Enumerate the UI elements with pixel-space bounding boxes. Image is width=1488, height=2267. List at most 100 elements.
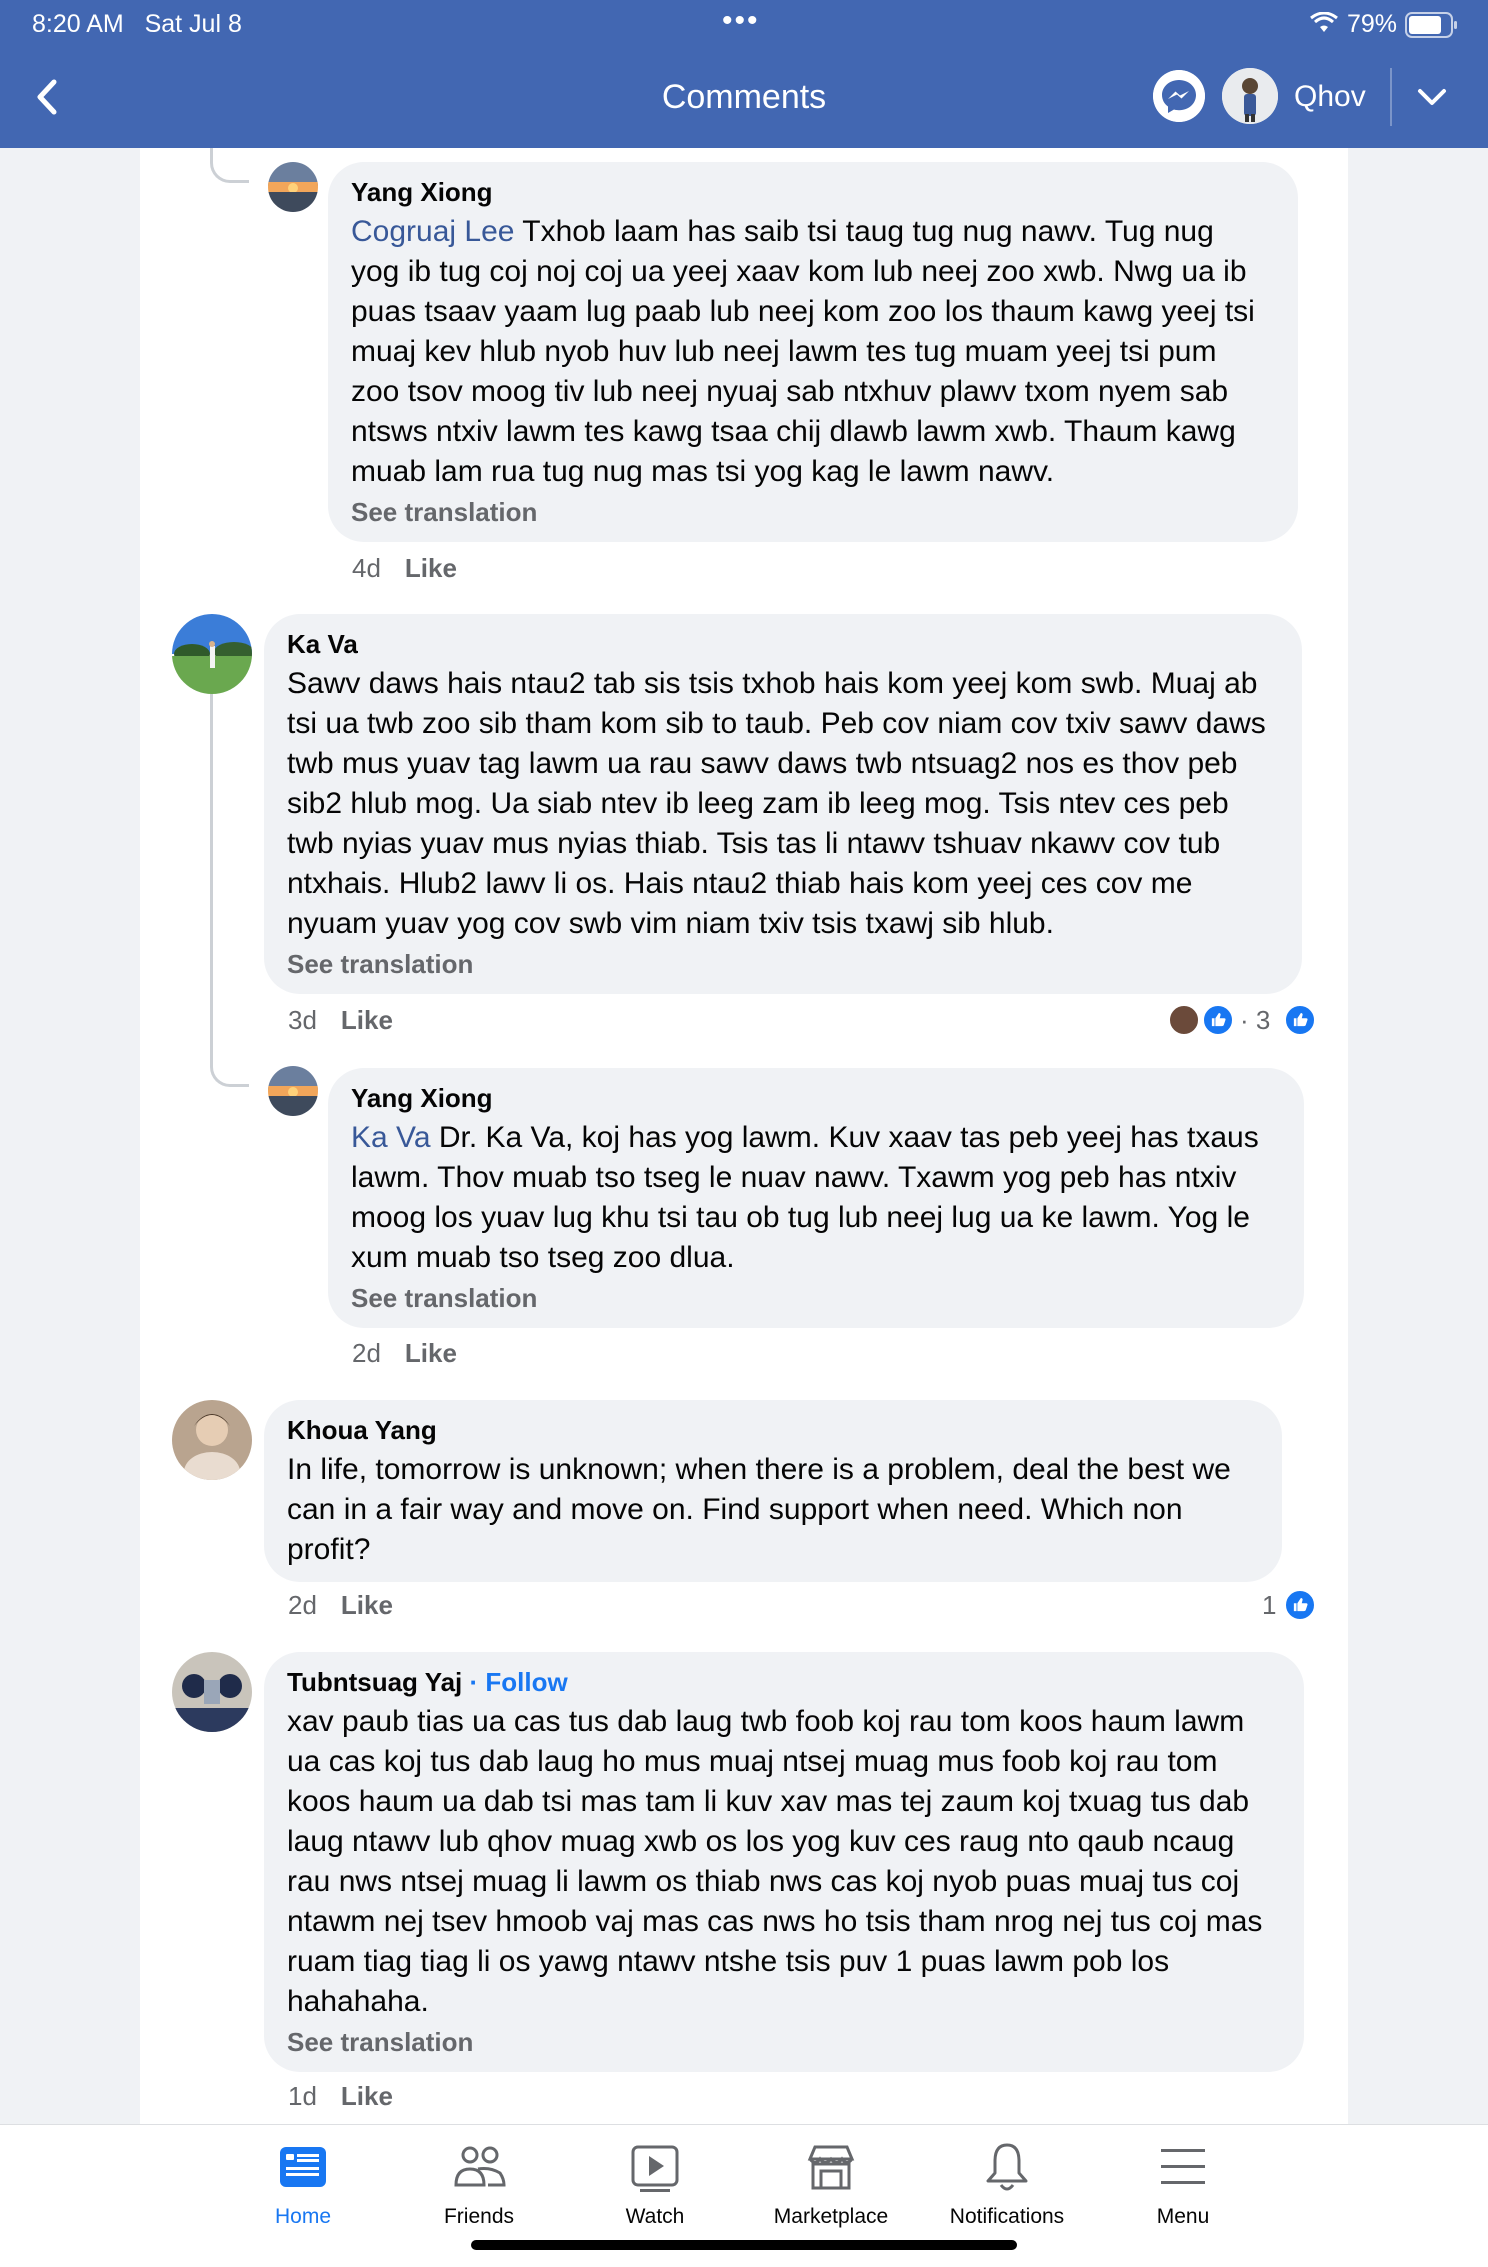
comment-text: In life, tomorrow is unknown; when there…: [287, 1450, 1260, 1570]
mention-link[interactable]: Ka Va: [351, 1121, 431, 1154]
like-button[interactable]: Like: [341, 2081, 393, 2111]
reactor-avatar: [1168, 1004, 1200, 1036]
comment-line: xum muab tso tseg zoo dlua.: [351, 1241, 735, 1274]
comment-line: profit?: [287, 1533, 371, 1566]
like-button[interactable]: Like: [341, 1590, 393, 1620]
comment-bubble[interactable]: Tubntsuag Yaj · Follow xav paub tias ua …: [264, 1652, 1304, 2072]
see-translation-link[interactable]: See translation: [287, 2024, 1282, 2060]
comment-line: In life, tomorrow is unknown; when there…: [287, 1453, 1231, 1486]
comment-line: can in a fair way and move on. Find supp…: [287, 1493, 1183, 1526]
comment-line: tsi ua twb zoo sib tham kom sib to taub.…: [287, 707, 1266, 740]
comment-line: muab lam rua tug nug mas tsi yog kag le …: [351, 455, 1055, 488]
comment-meta: 1d Like: [288, 2079, 393, 2113]
like-reaction-icon: [1284, 1589, 1316, 1621]
messenger-icon[interactable]: [1153, 70, 1205, 122]
comment-bubble[interactable]: Khoua Yang In life, tomorrow is unknown;…: [264, 1400, 1282, 1582]
avatar[interactable]: [268, 162, 318, 212]
comment-time: 1d: [288, 2081, 317, 2111]
reaction-count[interactable]: 1: [1262, 1588, 1276, 1622]
header-divider: [1390, 68, 1392, 126]
comment-line: rau nws ntsej muag li lawm os thiab nws …: [287, 1865, 1240, 1898]
comment-line: twb mus yuav tag lawm ua rau sawv daws t…: [287, 747, 1238, 780]
comment-meta: 4d Like: [352, 551, 457, 585]
sunset-avatar-icon: [268, 1066, 318, 1116]
tab-watch[interactable]: Watch: [567, 2139, 743, 2229]
comment-text: Sawv daws hais ntau2 tab sis tsis txhob …: [287, 664, 1280, 944]
comment-line: ua cas koj tus dab laug ho mus muaj ntse…: [287, 1745, 1218, 1778]
marketplace-store-icon: [807, 2145, 855, 2190]
battery-icon: [1405, 12, 1457, 38]
tab-label: Notifications: [949, 2205, 1065, 2228]
comment-time: 2d: [352, 1338, 381, 1368]
comment-bubble[interactable]: Yang Xiong Ka Va Dr. Ka Va, koj has yog …: [328, 1068, 1304, 1328]
sunset-avatar-icon: [268, 162, 318, 212]
top-bar: 8:20 AM Sat Jul 8 ••• 79% Comments Qhov: [0, 0, 1488, 148]
see-translation-link[interactable]: See translation: [287, 946, 1280, 982]
tab-notifications[interactable]: Notifications: [919, 2139, 1095, 2229]
comment-time: 2d: [288, 1590, 317, 1620]
tab-menu[interactable]: Menu: [1095, 2139, 1271, 2229]
comment-time: 4d: [352, 553, 381, 583]
chevron-down-icon[interactable]: [1412, 80, 1452, 114]
tab-label: Watch: [625, 2205, 685, 2228]
thread-line: [210, 148, 249, 183]
avatar[interactable]: [172, 614, 252, 694]
reaction-count[interactable]: · 3: [1240, 1003, 1270, 1037]
watch-video-icon: [631, 2145, 679, 2192]
comment-line: koos haum ua dab tsi mas tam li kuv xav …: [287, 1785, 1250, 1818]
comments-list[interactable]: Yang Xiong Cogruaj Lee Txhob laam has sa…: [140, 148, 1348, 2124]
comment-line: yog ib tug coj noj coj ua yeej xaav kom …: [351, 255, 1247, 288]
like-reaction-icon: [1202, 1004, 1234, 1036]
see-translation-link[interactable]: See translation: [351, 1280, 1282, 1316]
like-button[interactable]: Like: [405, 1338, 457, 1368]
tab-home[interactable]: Home: [215, 2139, 391, 2229]
tab-marketplace[interactable]: Marketplace: [743, 2139, 919, 2229]
comment-line: sib2 hlub mog. Ua siab ntev ib leeg zam …: [287, 787, 1229, 820]
comment-bubble[interactable]: Yang Xiong Cogruaj Lee Txhob laam has sa…: [328, 162, 1298, 542]
multitasking-dots-icon[interactable]: •••: [722, 4, 760, 38]
follow-button[interactable]: · Follow: [470, 1667, 568, 1697]
profile-avatar[interactable]: [1222, 68, 1278, 124]
comment-line: ntawm nej tsev hmoob vaj mas cas nws ho …: [287, 1905, 1263, 1938]
comment-text: Ka Va Dr. Ka Va, koj has yog lawm. Kuv x…: [351, 1118, 1282, 1278]
like-reaction-icon: [1284, 1004, 1316, 1036]
author-name[interactable]: Tubntsuag Yaj: [287, 1667, 462, 1697]
like-button[interactable]: Like: [341, 1005, 393, 1035]
see-translation-link[interactable]: See translation: [351, 494, 1276, 530]
comment-author[interactable]: Yang Xiong: [351, 174, 1276, 210]
comment-line: ruam tiag tiag li os yawg ntawv ntshe ts…: [287, 1945, 1170, 1978]
avatar[interactable]: [172, 1652, 252, 1732]
comment-text: xav paub tias ua cas tus dab laug twb fo…: [287, 1702, 1282, 2022]
profile-name[interactable]: Qhov: [1294, 80, 1366, 114]
tab-label: Home: [274, 2205, 332, 2228]
comment-meta: 2d Like: [352, 1336, 457, 1370]
tab-friends[interactable]: Friends: [391, 2139, 567, 2229]
comment-author: Tubntsuag Yaj · Follow: [287, 1664, 1282, 1700]
golf-course-avatar-icon: [172, 614, 252, 694]
comment-line: muaj kev hlub nyob huv lub neej lawm tes…: [351, 335, 1217, 368]
bell-icon: [986, 2143, 1028, 2191]
home-indicator[interactable]: [471, 2240, 1017, 2250]
avatar[interactable]: [172, 1400, 252, 1480]
comment-line: lawm. Thov muab tso tseg le nuav nawv. T…: [351, 1161, 1237, 1194]
comment-author[interactable]: Ka Va: [287, 626, 1280, 662]
comment-line: zoo tsov moog tiv lub neej nyuaj sab ntx…: [351, 375, 1229, 408]
comment-line: moog los yuav lug khu tsi tau ob tug lub…: [351, 1201, 1250, 1234]
tab-label: Marketplace: [773, 2205, 889, 2228]
like-button[interactable]: Like: [405, 553, 457, 583]
avatar[interactable]: [268, 1066, 318, 1116]
comment-line: Dr. Ka Va, koj has yog lawm. Kuv xaav ta…: [430, 1121, 1259, 1154]
person-avatar-icon: [1222, 68, 1278, 124]
comment-line: Txhob laam has saib tsi taug tug nug naw…: [514, 215, 1214, 248]
home-feed-icon: [280, 2147, 326, 2187]
comment-bubble[interactable]: Ka Va Sawv daws hais ntau2 tab sis tsis …: [264, 614, 1302, 994]
tab-label: Friends: [443, 2205, 515, 2228]
comment-author[interactable]: Yang Xiong: [351, 1080, 1282, 1116]
mention-link[interactable]: Cogruaj Lee: [351, 215, 514, 248]
comment-line: laug ntawv lub qhov muag xwb os los yog …: [287, 1825, 1235, 1858]
comment-time: 3d: [288, 1005, 317, 1035]
person-avatar-icon: [172, 1400, 252, 1480]
comment-text: Cogruaj Lee Txhob laam has saib tsi taug…: [351, 212, 1276, 492]
comment-line: twb nyias yuav mus nyias thiab. Tsis tas…: [287, 827, 1221, 860]
comment-author[interactable]: Khoua Yang: [287, 1412, 1260, 1448]
